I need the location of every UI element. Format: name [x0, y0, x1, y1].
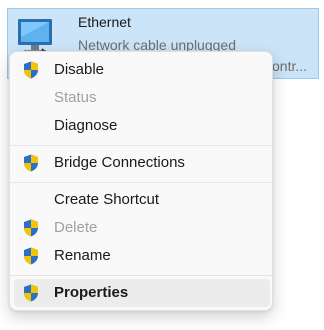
menu-item-label: Diagnose	[54, 117, 118, 134]
menu-item-label: Rename	[54, 247, 111, 264]
menu-item-properties[interactable]: Properties	[14, 279, 270, 307]
menu-item-label: Status	[54, 89, 97, 106]
uac-shield-icon	[24, 247, 38, 265]
uac-shield-icon	[24, 284, 38, 302]
menu-item-delete[interactable]: Delete	[14, 214, 270, 242]
menu-item-disable[interactable]: Disable	[14, 56, 270, 84]
uac-shield-icon	[24, 154, 38, 172]
menu-item-label: Properties	[54, 284, 129, 301]
menu-item-diagnose[interactable]: Diagnose	[14, 112, 270, 140]
uac-shield-icon	[24, 61, 38, 79]
connection-name: Ethernet	[78, 14, 131, 30]
menu-item-label: Create Shortcut	[54, 191, 160, 208]
uac-shield-icon	[24, 219, 38, 237]
menu-item-rename[interactable]: Rename	[14, 242, 270, 270]
menu-item-status[interactable]: Status	[14, 84, 270, 112]
menu-item-label: Delete	[54, 219, 98, 236]
menu-item-bridge-connections[interactable]: Bridge Connections	[14, 149, 270, 177]
menu-separator	[10, 145, 272, 146]
menu-separator	[10, 275, 272, 276]
connection-device: ontr...	[272, 58, 308, 74]
menu-item-label: Bridge Connections	[54, 154, 185, 171]
menu-item-label: Disable	[54, 61, 105, 78]
menu-separator	[10, 182, 272, 183]
context-menu: Disable Status Diagnose Bridge Connectio…	[9, 51, 273, 311]
menu-item-create-shortcut[interactable]: Create Shortcut	[14, 186, 270, 214]
